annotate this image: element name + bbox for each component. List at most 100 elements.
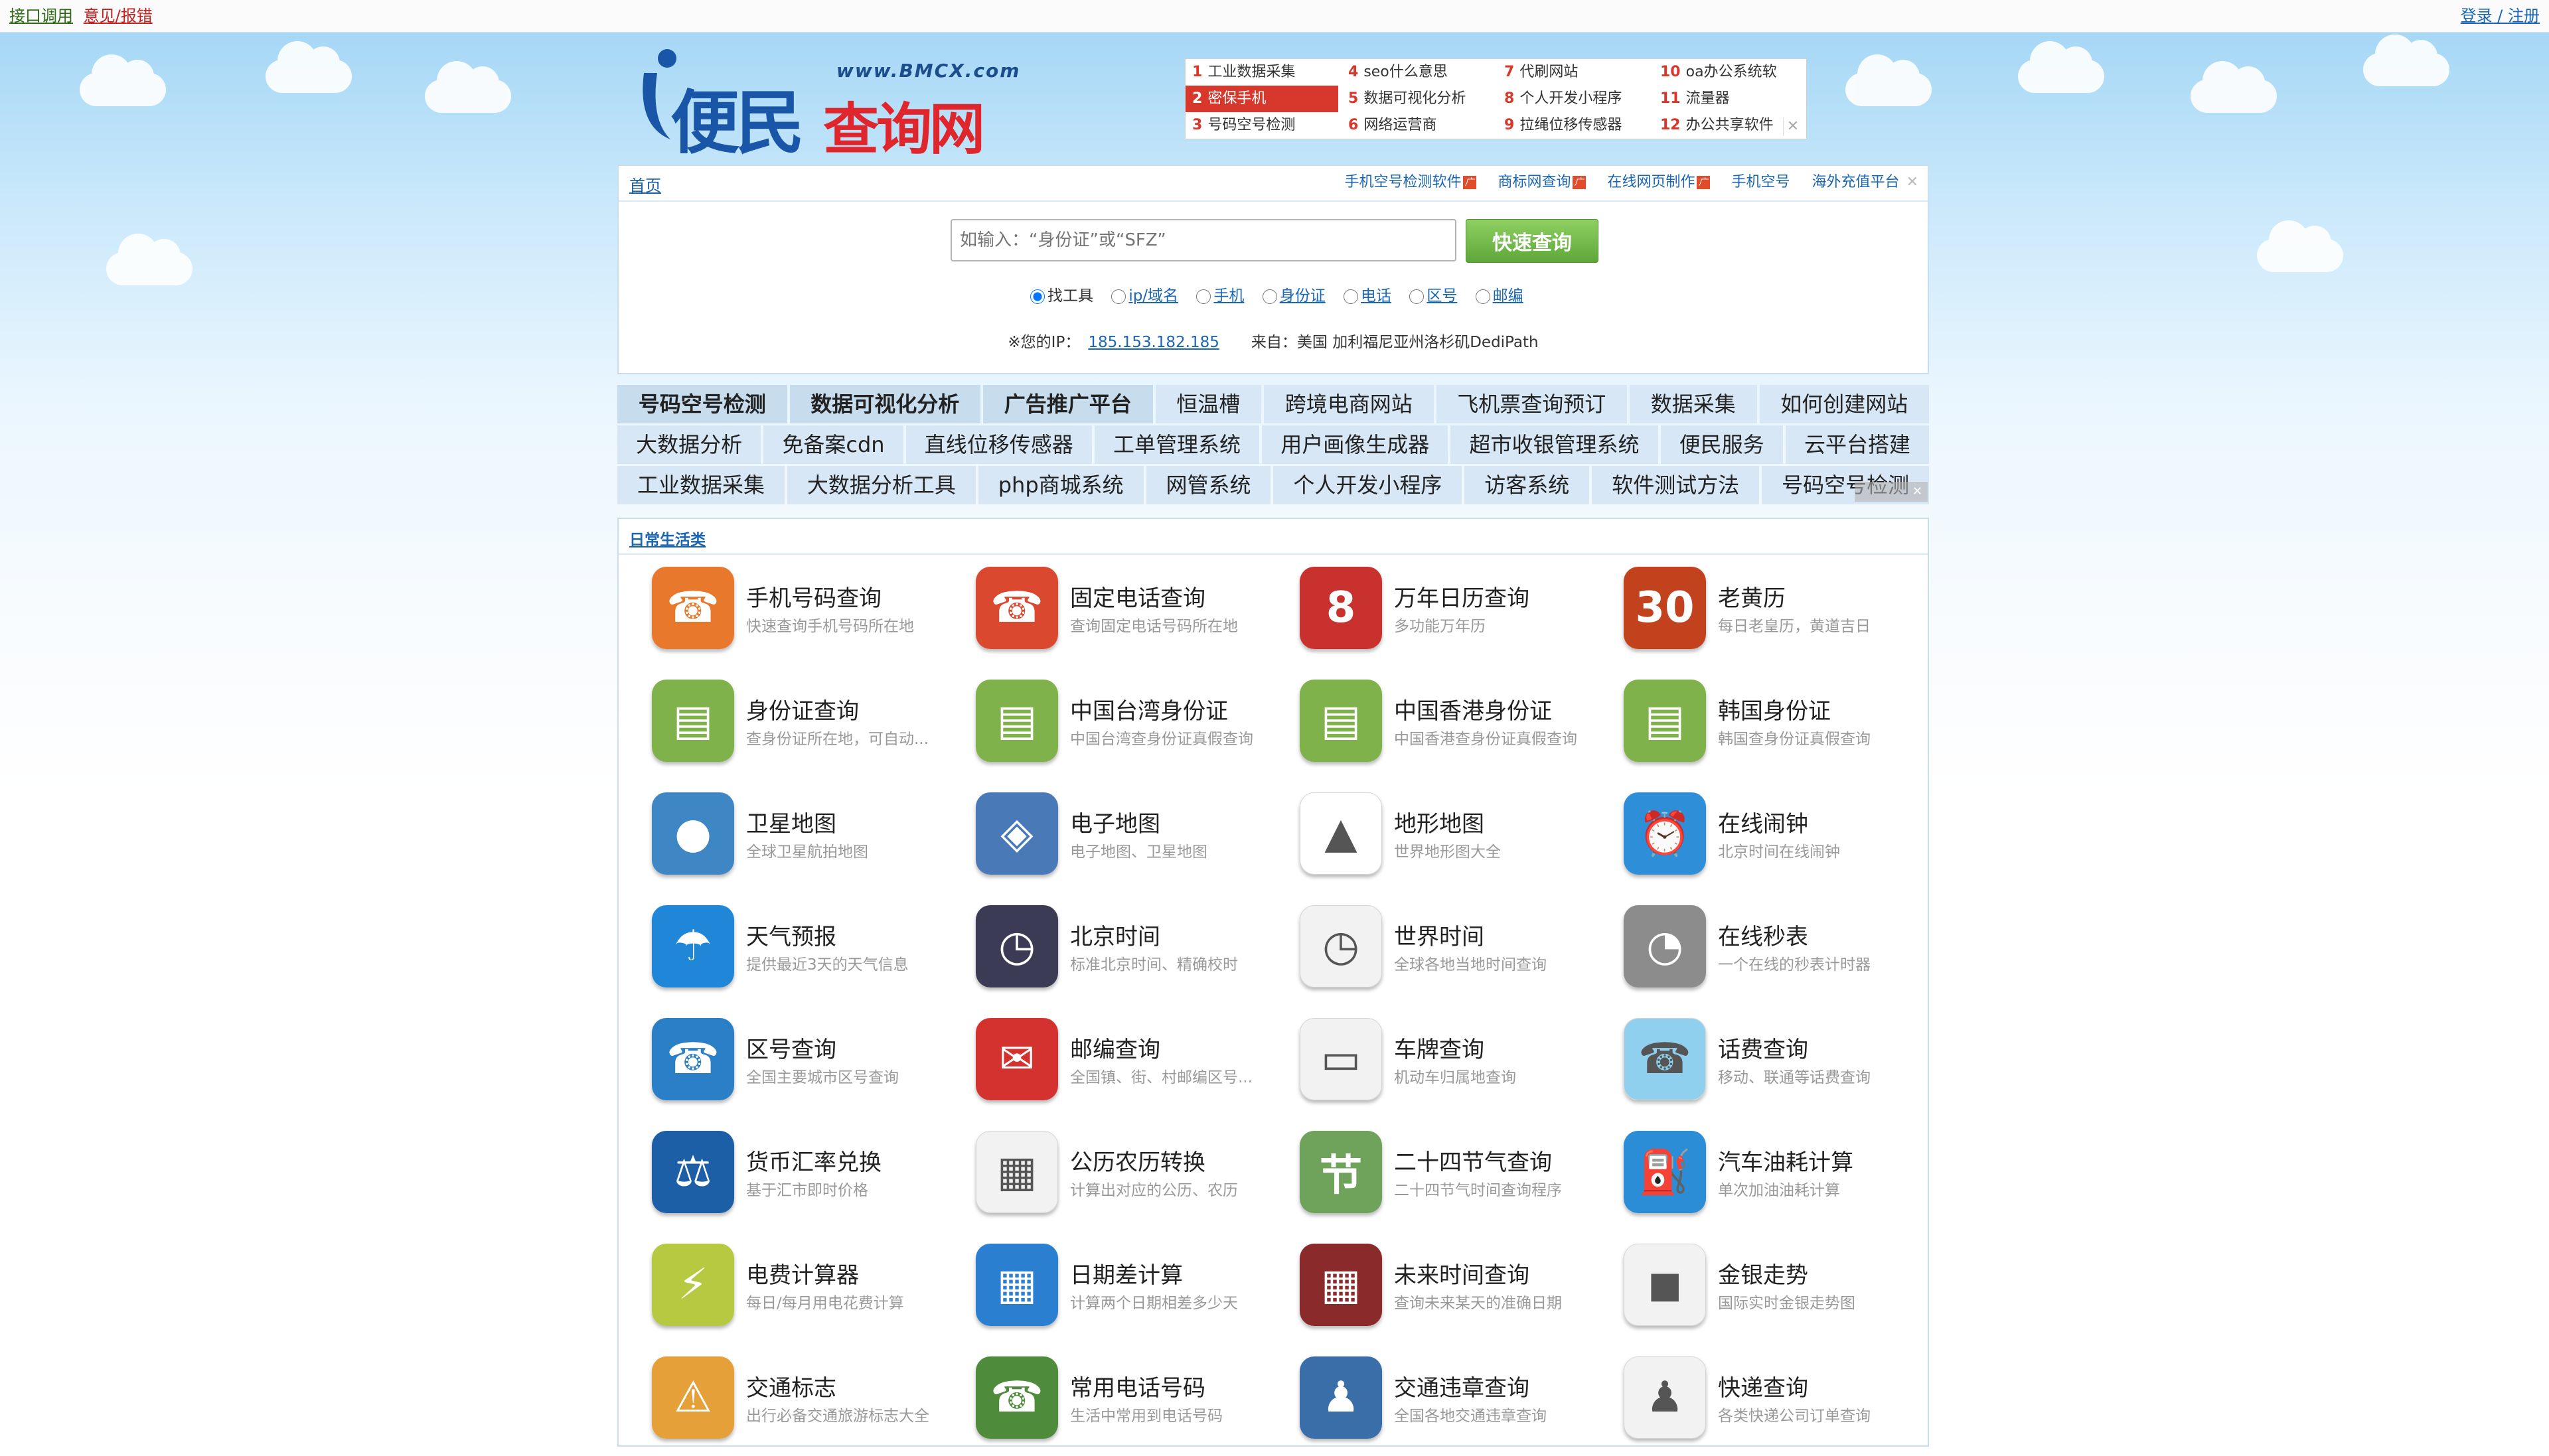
tool-item[interactable]: ♟ 交通违章查询 全国各地交通违章查询: [1300, 1356, 1605, 1456]
radio-input[interactable]: [1111, 289, 1126, 304]
tag-link[interactable]: 云平台搭建: [1785, 425, 1930, 464]
tool-item[interactable]: ▦ 日期差计算 计算两个日期相差多少天: [976, 1244, 1281, 1343]
tool-title[interactable]: 卫星地图: [746, 806, 836, 838]
tool-item[interactable]: ☎ 固定电话查询 查询固定电话号码所在地: [976, 567, 1281, 666]
tool-item[interactable]: ● 卫星地图 全球卫星航拍地图: [652, 792, 957, 892]
phonebook-icon[interactable]: ☎: [976, 1356, 1058, 1439]
map-icon[interactable]: ◈: [976, 792, 1058, 875]
tag-link[interactable]: 便民服务: [1660, 425, 1783, 464]
login-register-link[interactable]: 登录 / 注册: [2461, 0, 2540, 32]
almanac-icon[interactable]: 30: [1624, 567, 1706, 649]
tool-title[interactable]: 万年日历查询: [1394, 580, 1529, 613]
tag-link[interactable]: 跨境电商网站: [1264, 385, 1434, 423]
satellite-map-icon[interactable]: ●: [652, 792, 734, 875]
tag-link[interactable]: 数据可视化分析: [789, 385, 980, 423]
tool-title[interactable]: 世界时间: [1394, 918, 1484, 951]
alarm-clock-icon[interactable]: ⏰: [1624, 792, 1706, 875]
radio-input[interactable]: [1196, 289, 1211, 304]
tool-item[interactable]: ☎ 话费查询 移动、联通等话费查询: [1624, 1018, 1929, 1118]
tool-item[interactable]: ◔ 在线秒表 一个在线的秒表计时器: [1624, 905, 1929, 1005]
tool-item[interactable]: ▦ 未来时间查询 查询未来某天的准确日期: [1300, 1244, 1605, 1343]
tag-link[interactable]: 工单管理系统: [1094, 425, 1260, 464]
tool-item[interactable]: ▤ 中国台湾身份证 中国台湾查身份证真假查询: [976, 680, 1281, 779]
tool-title[interactable]: 手机号码查询: [746, 580, 882, 613]
tool-item[interactable]: ▤ 韩国身份证 韩国查身份证真假查询: [1624, 680, 1929, 779]
tool-item[interactable]: ▤ 身份证查询 查身份证所在地，可自动...: [652, 680, 957, 779]
future-date-icon[interactable]: ▦: [1300, 1244, 1382, 1326]
tool-item[interactable]: ✉ 邮编查询 全国镇、街、村邮编区号...: [976, 1018, 1281, 1118]
ip-link[interactable]: 185.153.182.185: [1088, 334, 1219, 351]
tool-item[interactable]: 8 万年日历查询 多功能万年历: [1300, 567, 1605, 666]
hot-item[interactable]: 11 流量器: [1654, 86, 1806, 112]
tag-link[interactable]: 大数据分析工具: [787, 466, 976, 504]
tool-title[interactable]: 在线秒表: [1718, 918, 1808, 951]
tag-link[interactable]: 如何创建网站: [1759, 385, 1929, 423]
lunar-calendar-icon[interactable]: ▦: [976, 1131, 1058, 1213]
tag-link[interactable]: 恒温槽: [1155, 385, 1261, 423]
tool-item[interactable]: ◷ 北京时间 标准北京时间、精确校时: [976, 905, 1281, 1005]
tag-link[interactable]: 广告推广平台: [983, 385, 1153, 423]
id-card-kr-icon[interactable]: ▤: [1624, 680, 1706, 762]
telephone-icon[interactable]: ☎: [976, 567, 1058, 649]
tool-item[interactable]: ☂ 天气预报 提供最近3天的天气信息: [652, 905, 957, 1005]
tool-title[interactable]: 车牌查询: [1394, 1031, 1484, 1064]
promo-link[interactable]: 商标网查询: [1498, 174, 1571, 190]
tool-item[interactable]: ◈ 电子地图 电子地图、卫星地图: [976, 792, 1281, 892]
id-card-tw-icon[interactable]: ▤: [976, 680, 1058, 762]
radio-input[interactable]: [1409, 289, 1425, 304]
tool-item[interactable]: ▲ 地形地图 世界地形图大全: [1300, 792, 1605, 892]
tool-title[interactable]: 交通标志: [746, 1370, 836, 1402]
radio-input[interactable]: [1344, 289, 1358, 304]
tool-title[interactable]: 电费计算器: [746, 1257, 859, 1289]
promo-link[interactable]: 手机空号: [1732, 174, 1790, 190]
tool-item[interactable]: ⏰ 在线闹钟 北京时间在线闹钟: [1624, 792, 1929, 892]
promo-link[interactable]: 在线网页制作: [1608, 174, 1695, 190]
breadcrumb-home[interactable]: 首页: [629, 173, 661, 196]
radio-postcode[interactable]: 邮编: [1475, 287, 1523, 305]
radio-input[interactable]: [1475, 289, 1490, 304]
tag-link[interactable]: php商城系统: [978, 466, 1144, 504]
tool-item[interactable]: ☎ 手机号码查询 快速查询手机号码所在地: [652, 567, 957, 666]
radio-id-card[interactable]: 身份证: [1262, 287, 1326, 305]
tool-title[interactable]: 老黄历: [1718, 580, 1786, 613]
id-card-icon[interactable]: ▤: [652, 680, 734, 762]
tool-item[interactable]: ◷ 世界时间 全球各地当地时间查询: [1300, 905, 1605, 1005]
license-plate-icon[interactable]: ▭: [1300, 1018, 1382, 1100]
calendar-icon[interactable]: 8: [1300, 567, 1382, 649]
tag-link[interactable]: 免备案cdn: [763, 425, 903, 464]
tool-title[interactable]: 中国台湾身份证: [1070, 693, 1228, 725]
hot-item[interactable]: 9 拉绳位移传感器: [1498, 112, 1650, 139]
hot-item[interactable]: 10 oa办公系统软: [1654, 59, 1806, 86]
tool-item[interactable]: ☎ 区号查询 全国主要城市区号查询: [652, 1018, 957, 1118]
tool-item[interactable]: ▦ 公历农历转换 计算出对应的公历、农历: [976, 1131, 1281, 1230]
tool-item[interactable]: ⚖ 货币汇率兑换 基于汇市即时价格: [652, 1131, 957, 1230]
tool-title[interactable]: 固定电话查询: [1070, 580, 1205, 613]
courier-icon[interactable]: ♟: [1624, 1356, 1706, 1439]
traffic-police-icon[interactable]: ♟: [1300, 1356, 1382, 1439]
tool-title[interactable]: 中国香港身份证: [1394, 693, 1552, 725]
hot-item[interactable]: 1 工业数据采集: [1186, 59, 1338, 86]
tool-item[interactable]: ◼ 金银走势 国际实时金银走势图: [1624, 1244, 1929, 1343]
tool-item[interactable]: ⚠ 交通标志 出行必备交通旅游标志大全: [652, 1356, 957, 1456]
radio-find-tool[interactable]: 找工具: [1030, 287, 1093, 305]
tool-title[interactable]: 快递查询: [1718, 1370, 1808, 1402]
promo-link[interactable]: 海外充值平台: [1812, 174, 1900, 190]
postcode-icon[interactable]: ✉: [976, 1018, 1058, 1100]
tool-title[interactable]: 身份证查询: [746, 693, 859, 725]
hot-item[interactable]: 4 seo什么意思: [1342, 59, 1494, 86]
traffic-sign-icon[interactable]: ⚠: [652, 1356, 734, 1439]
tool-item[interactable]: ⚡ 电费计算器 每日/每月用电花费计算: [652, 1244, 957, 1343]
clock-icon[interactable]: ◷: [976, 905, 1058, 987]
tag-link[interactable]: 大数据分析: [617, 425, 761, 464]
phone-icon[interactable]: ☎: [652, 567, 734, 649]
area-code-icon[interactable]: ☎: [652, 1018, 734, 1100]
stopwatch-icon[interactable]: ◔: [1624, 905, 1706, 987]
quick-search-button[interactable]: 快速查询: [1466, 219, 1598, 263]
id-card-hk-icon[interactable]: ▤: [1300, 680, 1382, 762]
radio-area-code[interactable]: 区号: [1409, 287, 1457, 305]
tag-link[interactable]: 软件测试方法: [1592, 466, 1760, 504]
tool-title[interactable]: 汽车油耗计算: [1718, 1144, 1853, 1177]
tool-title[interactable]: 韩国身份证: [1718, 693, 1831, 725]
radio-phone[interactable]: 电话: [1344, 287, 1391, 305]
tool-title[interactable]: 话费查询: [1718, 1031, 1808, 1064]
